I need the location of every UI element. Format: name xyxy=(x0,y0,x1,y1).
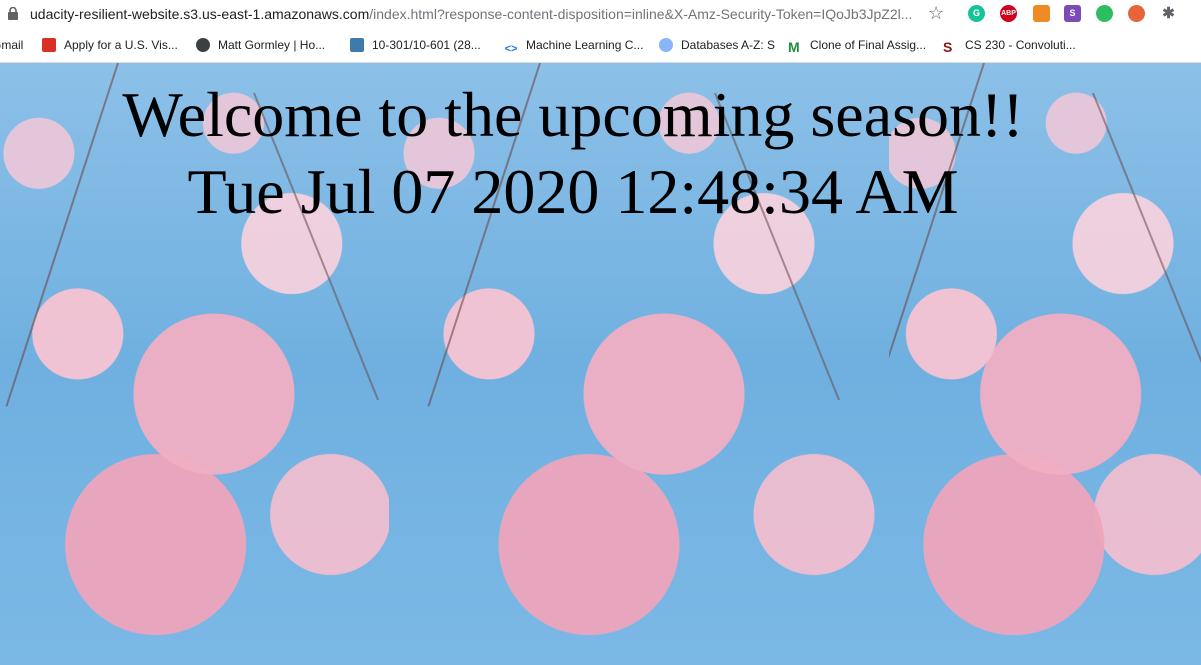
url-path: /index.html?response-content-disposition… xyxy=(369,6,913,22)
bookmark-gmail[interactable]: Gmail xyxy=(0,37,23,53)
bookmark-cs230[interactable]: S CS 230 - Convoluti... xyxy=(943,37,1076,54)
cloud-icon xyxy=(659,38,673,52)
page-headline: Welcome to the upcoming season!! xyxy=(122,79,1024,150)
cherry-blossom-image xyxy=(889,63,1201,665)
bookmark-piazza[interactable]: 10-301/10-601 (28... xyxy=(350,37,481,53)
cherry-blossom-image xyxy=(0,63,389,665)
bookmark-label: CS 230 - Convoluti... xyxy=(965,38,1076,52)
m-icon: M xyxy=(788,39,800,55)
layout-extension-icon[interactable] xyxy=(1033,5,1050,22)
globe-icon xyxy=(196,38,210,52)
puzzle-extensions-icon[interactable]: ✱ xyxy=(1160,5,1177,22)
adblock-plus-icon[interactable]: ABP xyxy=(1000,5,1017,22)
bookmark-label: Clone of Final Assig... xyxy=(810,38,927,52)
bookmark-star-icon[interactable]: ☆ xyxy=(928,3,944,23)
bookmark-databases[interactable]: Databases A-Z: S xyxy=(659,37,775,53)
address-bar[interactable]: udacity-resilient-website.s3.us-east-1.a… xyxy=(0,0,1201,28)
current-datetime: Tue Jul 07 2020 12:48:34 AM xyxy=(187,156,959,227)
code-icon: <> xyxy=(504,43,518,55)
extension-orange-icon[interactable] xyxy=(1128,5,1145,22)
s-extension-icon[interactable]: S xyxy=(1064,5,1081,22)
cherry-blossom-image xyxy=(389,63,889,665)
piazza-icon xyxy=(350,38,364,52)
url-text[interactable]: udacity-resilient-website.s3.us-east-1.a… xyxy=(30,5,912,23)
page-content: Welcome to the upcoming season!! Tue Jul… xyxy=(0,63,1201,665)
bookmark-label: Databases A-Z: S xyxy=(681,38,776,52)
bookmark-visa[interactable]: Apply for a U.S. Vis... xyxy=(42,37,178,53)
stanford-icon: S xyxy=(943,39,953,55)
bookmark-label: Apply for a U.S. Vis... xyxy=(64,38,178,52)
bookmark-label: Matt Gormley | Ho... xyxy=(218,38,326,52)
cgi-icon xyxy=(42,38,56,52)
lock-icon[interactable] xyxy=(8,7,18,20)
bookmark-label: 10-301/10-601 (28... xyxy=(372,38,481,52)
bookmark-final-assignment[interactable]: M Clone of Final Assig... xyxy=(788,37,926,54)
bookmark-label: Machine Learning C... xyxy=(526,38,644,52)
grammarly-icon[interactable]: G xyxy=(968,5,985,22)
bookmark-gormley[interactable]: Matt Gormley | Ho... xyxy=(196,37,325,53)
bookmark-label: Gmail xyxy=(0,38,24,52)
evernote-icon[interactable] xyxy=(1096,5,1113,22)
url-host: udacity-resilient-website.s3.us-east-1.a… xyxy=(30,6,370,22)
bookmark-ml[interactable]: <> Machine Learning C... xyxy=(504,37,644,56)
bookmarks-bar: Gmail Apply for a U.S. Vis... Matt Gorml… xyxy=(0,28,1201,63)
